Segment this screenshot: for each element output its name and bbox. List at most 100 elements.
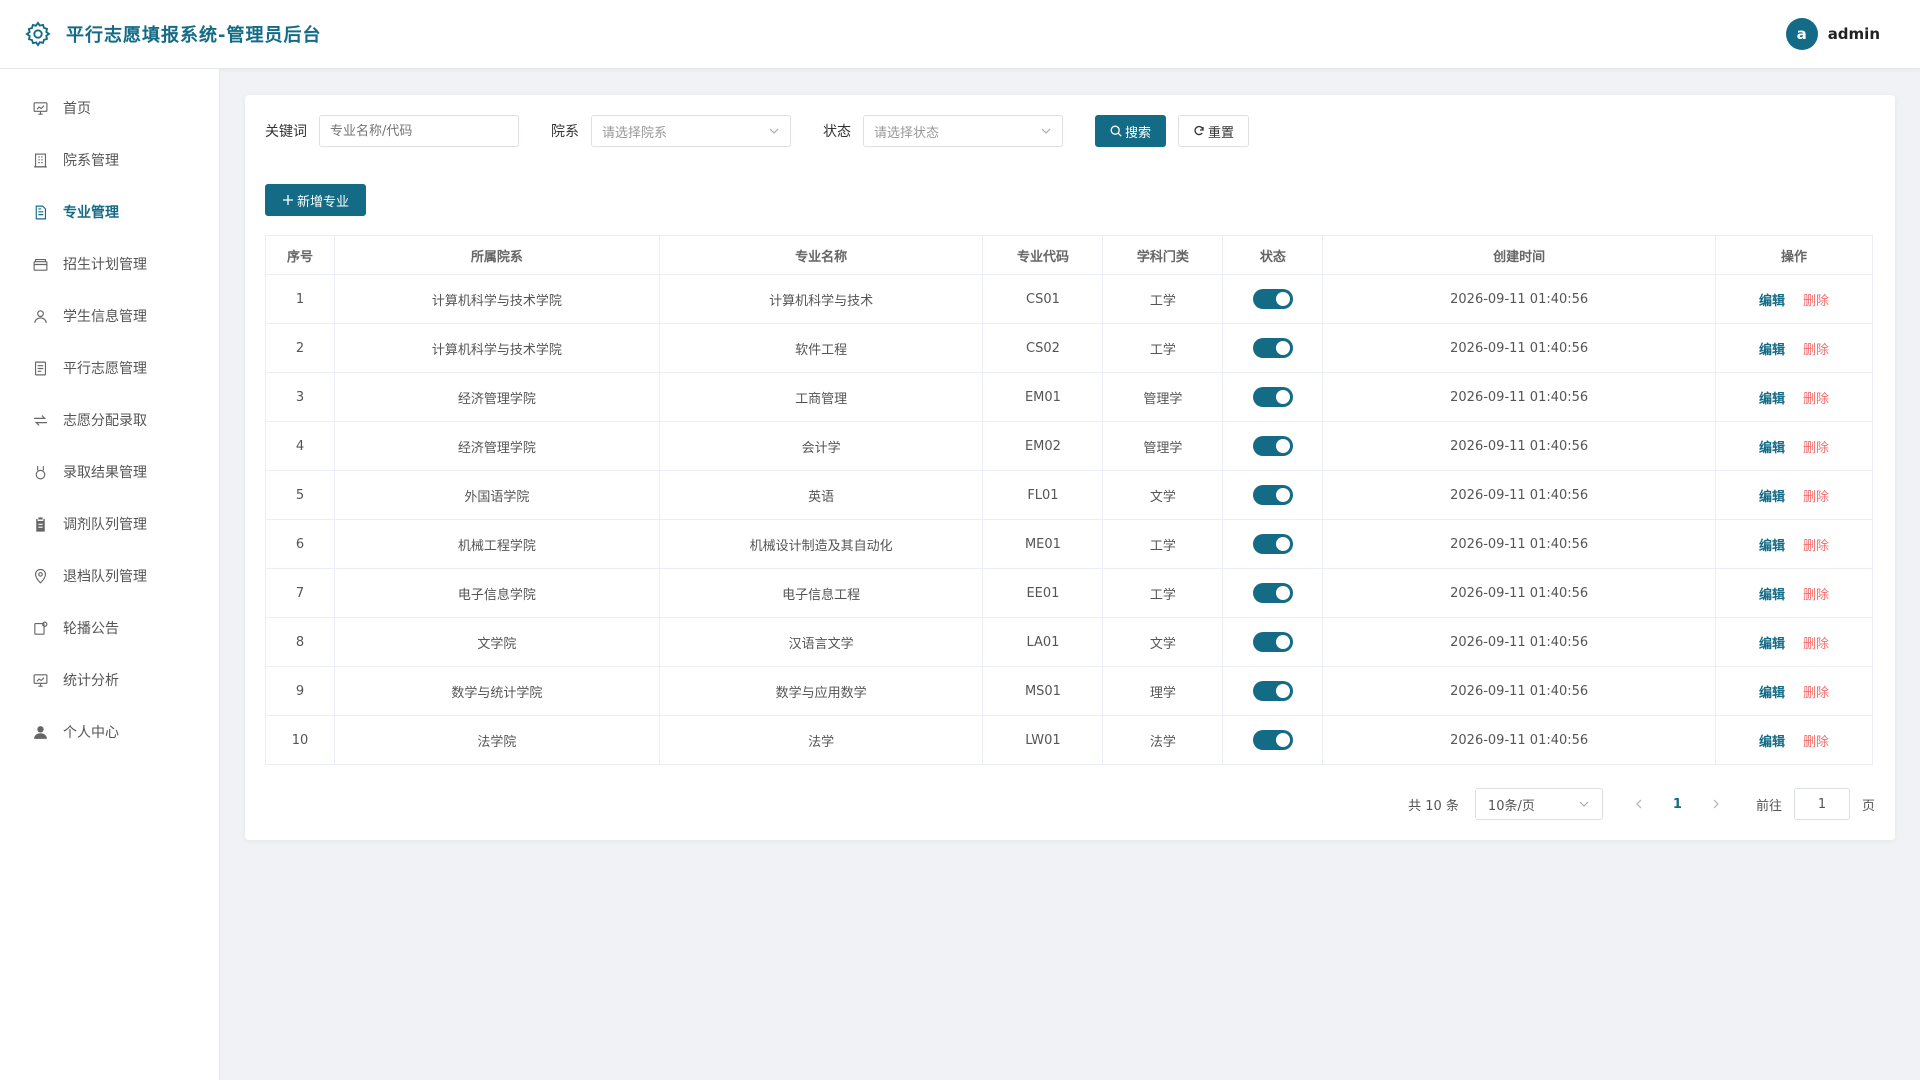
sidebar-item-departments[interactable]: 院系管理 bbox=[0, 134, 219, 186]
page-unit-label: 页 bbox=[1861, 798, 1875, 814]
cell-category: 工学 bbox=[1102, 519, 1224, 569]
delete-button[interactable]: 删除 bbox=[1803, 637, 1829, 652]
page-size-select[interactable]: 10条/页 bbox=[1474, 788, 1603, 820]
edit-button[interactable]: 编辑 bbox=[1759, 343, 1785, 358]
sidebar-item-adjust-queue[interactable]: 调剂队列管理 bbox=[0, 498, 219, 550]
sidebar-item-label: 个人中心 bbox=[63, 725, 119, 741]
cell-dept: 电子信息学院 bbox=[333, 568, 660, 618]
cell-created: 2026-09-11 01:40:56 bbox=[1322, 372, 1717, 422]
keyword-input[interactable] bbox=[319, 115, 519, 147]
sidebar-item-home[interactable]: 首页 bbox=[0, 82, 219, 134]
sidebar-item-admission-results[interactable]: 录取结果管理 bbox=[0, 446, 219, 498]
status-toggle[interactable] bbox=[1252, 681, 1293, 701]
edit-button[interactable]: 编辑 bbox=[1759, 637, 1785, 652]
edit-button[interactable]: 编辑 bbox=[1759, 294, 1785, 309]
list-icon bbox=[34, 361, 47, 375]
sidebar-item-parallel-wishes[interactable]: 平行志愿管理 bbox=[0, 342, 219, 394]
goto-page-input[interactable] bbox=[1793, 788, 1850, 820]
sidebar-item-label: 轮播公告 bbox=[63, 621, 119, 637]
add-major-button[interactable]: 新增专业 bbox=[265, 184, 367, 216]
reset-button[interactable]: 重置 bbox=[1178, 115, 1250, 147]
sidebar-item-carousel-notices[interactable]: 轮播公告 bbox=[0, 602, 219, 654]
user-icon bbox=[34, 309, 47, 323]
status-toggle[interactable] bbox=[1252, 387, 1293, 407]
sidebar-item-majors[interactable]: 专业管理 bbox=[0, 186, 219, 238]
cell-actions: 编辑 删除 bbox=[1715, 323, 1873, 373]
table-row: 1 计算机科学与技术学院 计算机科学与技术 CS01 工学 2026-09-11 01:4… bbox=[265, 274, 1873, 324]
sidebar-item-label: 平行志愿管理 bbox=[63, 361, 147, 377]
sidebar-item-enrollment-plan[interactable]: 招生计划管理 bbox=[0, 238, 219, 290]
cell-status bbox=[1222, 323, 1324, 373]
page-number-current[interactable]: 1 bbox=[1673, 797, 1682, 812]
edit-button[interactable]: 编辑 bbox=[1759, 686, 1785, 701]
edit-button[interactable]: 编辑 bbox=[1759, 490, 1785, 505]
username[interactable]: admin bbox=[1828, 25, 1880, 43]
delete-button[interactable]: 删除 bbox=[1803, 441, 1829, 456]
avatar[interactable]: a bbox=[1785, 18, 1818, 50]
delete-button[interactable]: 删除 bbox=[1803, 490, 1829, 505]
sidebar-item-statistics[interactable]: 统计分析 bbox=[0, 654, 219, 706]
page-size-value: 10条/页 bbox=[1487, 798, 1535, 814]
dept-select[interactable]: 请选择院系 bbox=[591, 115, 791, 147]
cell-no: 7 bbox=[265, 568, 335, 618]
status-toggle[interactable] bbox=[1252, 485, 1293, 505]
cell-code: ME01 bbox=[982, 519, 1104, 569]
table-row: 5 外国语学院 英语 FL01 文学 2026-09-11 01:40:56 编辑 删除 bbox=[265, 470, 1873, 520]
edit-button[interactable]: 编辑 bbox=[1759, 588, 1785, 603]
sidebar-item-return-queue[interactable]: 退档队列管理 bbox=[0, 550, 219, 602]
status-toggle[interactable] bbox=[1252, 289, 1293, 309]
cell-actions: 编辑 删除 bbox=[1715, 421, 1873, 471]
edit-button[interactable]: 编辑 bbox=[1759, 441, 1785, 456]
status-toggle[interactable] bbox=[1252, 534, 1293, 554]
cell-no: 10 bbox=[265, 715, 335, 765]
cell-created: 2026-09-11 01:40:56 bbox=[1322, 715, 1717, 765]
delete-button[interactable]: 删除 bbox=[1803, 588, 1829, 603]
status-select[interactable]: 请选择状态 bbox=[863, 115, 1063, 147]
prev-page-button[interactable] bbox=[1629, 794, 1649, 814]
cell-category: 管理学 bbox=[1102, 421, 1224, 471]
status-toggle[interactable] bbox=[1252, 338, 1293, 358]
chevron-down-icon bbox=[769, 128, 779, 134]
edit-button[interactable]: 编辑 bbox=[1759, 539, 1785, 554]
next-page-button[interactable] bbox=[1706, 794, 1726, 814]
sidebar-item-label: 退档队列管理 bbox=[63, 569, 147, 585]
cell-actions: 编辑 删除 bbox=[1715, 372, 1873, 422]
location-icon bbox=[34, 568, 47, 584]
cell-actions: 编辑 删除 bbox=[1715, 666, 1873, 716]
status-toggle[interactable] bbox=[1252, 730, 1293, 750]
column-header: 所属院系 bbox=[333, 235, 660, 275]
delete-button[interactable]: 删除 bbox=[1803, 343, 1829, 358]
cell-dept: 计算机科学与技术学院 bbox=[333, 323, 660, 373]
search-button[interactable]: 搜索 bbox=[1095, 115, 1167, 147]
cell-category: 文学 bbox=[1102, 617, 1224, 667]
delete-button[interactable]: 删除 bbox=[1803, 539, 1829, 554]
top-header: 平行志愿填报系统-管理员后台 a admin bbox=[0, 0, 1920, 69]
delete-button[interactable]: 删除 bbox=[1803, 294, 1829, 309]
status-toggle[interactable] bbox=[1252, 436, 1293, 456]
delete-button[interactable]: 删除 bbox=[1803, 735, 1829, 750]
sidebar-item-students[interactable]: 学生信息管理 bbox=[0, 290, 219, 342]
cell-status bbox=[1222, 519, 1324, 569]
status-toggle[interactable] bbox=[1252, 632, 1293, 652]
medal-icon bbox=[35, 465, 46, 479]
table-row: 3 经济管理学院 工商管理 EM01 管理学 2026-09-11 01:40:56 编辑 删… bbox=[265, 372, 1873, 422]
toolbar: 新增专业 bbox=[265, 184, 1875, 216]
major-management-card: 关键词 院系 请选择院系 状态 请选择状态 搜索 重置 新增专业 bbox=[245, 95, 1895, 840]
edit-button[interactable]: 编辑 bbox=[1759, 392, 1785, 407]
cell-name: 汉语言文学 bbox=[658, 617, 984, 667]
user-menu[interactable]: a admin bbox=[1785, 18, 1880, 50]
cell-code: FL01 bbox=[982, 470, 1104, 520]
gear-icon bbox=[25, 21, 51, 47]
cell-no: 4 bbox=[265, 421, 335, 471]
sidebar-item-allocation[interactable]: 志愿分配录取 bbox=[0, 394, 219, 446]
sidebar-item-profile[interactable]: 个人中心 bbox=[0, 706, 219, 758]
cell-status bbox=[1222, 274, 1324, 324]
edit-button[interactable]: 编辑 bbox=[1759, 735, 1785, 750]
delete-button[interactable]: 删除 bbox=[1803, 686, 1829, 701]
cell-no: 5 bbox=[265, 470, 335, 520]
status-toggle[interactable] bbox=[1252, 583, 1293, 603]
delete-button[interactable]: 删除 bbox=[1803, 392, 1829, 407]
cell-no: 1 bbox=[265, 274, 335, 324]
person-icon bbox=[34, 725, 47, 739]
cell-dept: 数学与统计学院 bbox=[333, 666, 660, 716]
